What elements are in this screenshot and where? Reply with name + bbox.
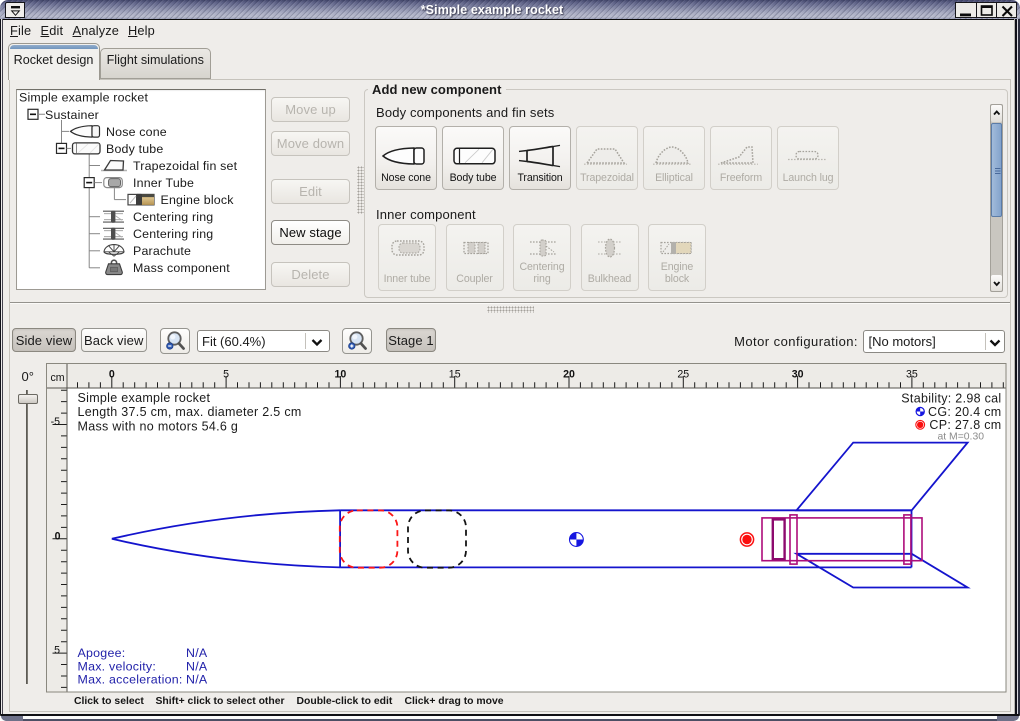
svg-text:5: 5 (223, 368, 229, 380)
svg-text:N/A: N/A (186, 672, 208, 686)
svg-text:Centering ring: Centering ring (133, 210, 213, 224)
svg-text:0: 0 (54, 530, 60, 542)
svg-text:Centering ring: Centering ring (133, 227, 213, 241)
svg-text:30: 30 (791, 368, 803, 380)
svg-text:Trapezoidal fin set: Trapezoidal fin set (133, 159, 238, 173)
svg-text:Parachute: Parachute (133, 244, 191, 258)
svg-text:15: 15 (448, 368, 460, 380)
svg-text:Max. acceleration:: Max. acceleration: (77, 672, 182, 686)
svg-text:Stability: 2.98 cal: Stability: 2.98 cal (901, 391, 1001, 405)
svg-text:Inner Tube: Inner Tube (133, 176, 194, 190)
svg-text:Mass with no motors 54.6 g: Mass with no motors 54.6 g (77, 419, 238, 433)
svg-text:Body tube: Body tube (106, 142, 163, 156)
svg-text:20: 20 (563, 368, 575, 380)
svg-text:Length 37.5 cm, max. diameter: Length 37.5 cm, max. diameter 2.5 cm (77, 405, 301, 419)
svg-text:cm: cm (50, 372, 64, 384)
svg-text:0: 0 (108, 368, 114, 380)
svg-text:N/A: N/A (186, 646, 208, 660)
svg-text:Apogee:: Apogee: (77, 646, 125, 660)
svg-text:25: 25 (677, 368, 689, 380)
svg-text:Simple example rocket: Simple example rocket (77, 391, 210, 405)
svg-text:Engine block: Engine block (161, 193, 235, 207)
svg-text:10: 10 (334, 368, 346, 380)
svg-text:Mass component: Mass component (133, 261, 230, 275)
svg-text:Simple example rocket: Simple example rocket (19, 91, 148, 105)
svg-text:N/A: N/A (186, 659, 208, 673)
svg-text:-5: -5 (50, 416, 60, 428)
svg-text:5: 5 (54, 644, 60, 656)
svg-text:Sustainer: Sustainer (45, 108, 99, 122)
svg-text:CP: 27.8 cm: CP: 27.8 cm (929, 418, 1001, 432)
svg-text:CG: 20.4 cm: CG: 20.4 cm (928, 404, 1001, 418)
svg-text:Nose cone: Nose cone (106, 125, 167, 139)
svg-text:at M=0.30: at M=0.30 (937, 431, 984, 442)
svg-text:Max. velocity:: Max. velocity: (77, 659, 156, 673)
svg-text:35: 35 (906, 368, 918, 380)
